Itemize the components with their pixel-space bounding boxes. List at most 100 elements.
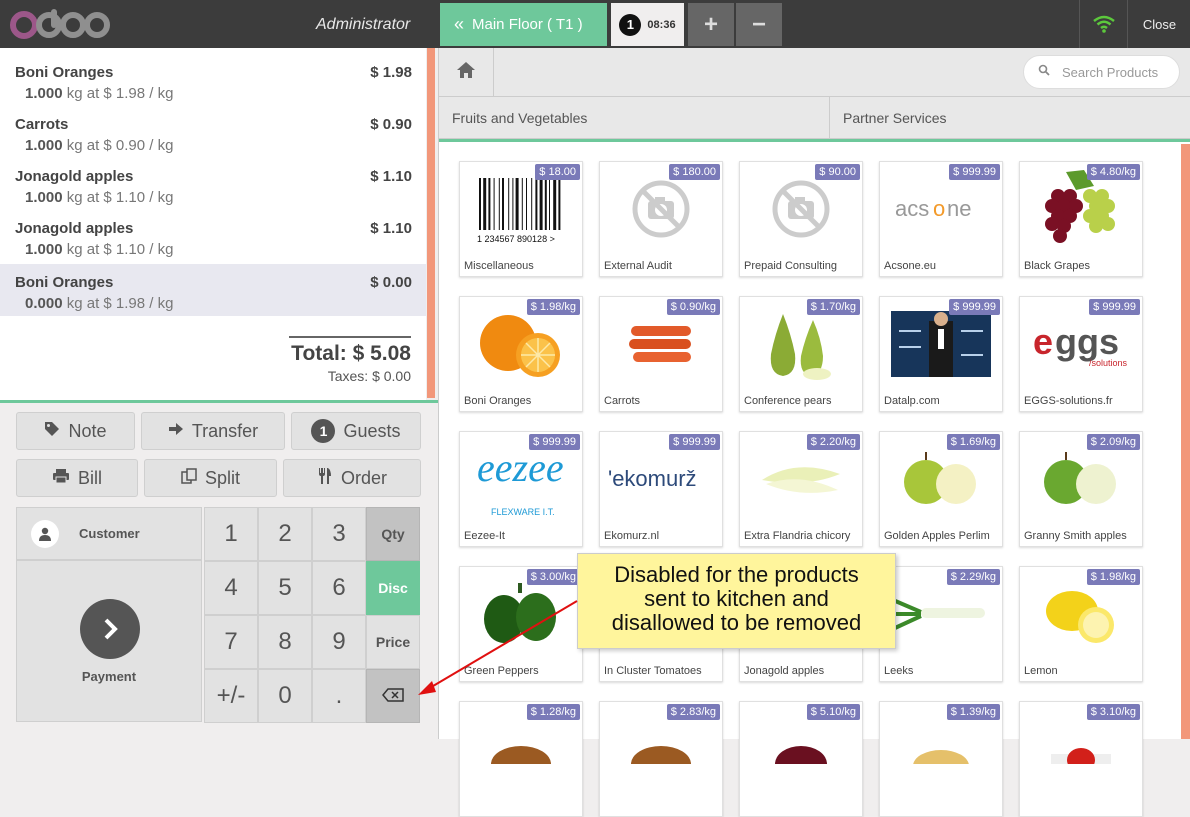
order-line-info: 1.000 kg at $ 1.10 / kg [25,241,173,258]
order-line[interactable]: Jonagold apples $ 1.10 1.000 kg at $ 1.1… [0,210,426,262]
wifi-icon [1079,0,1128,48]
product-card[interactable]: 'ekomurž $ 999.99 Ekomurz.nl [599,431,723,547]
numpad-key-0[interactable]: 0 [258,669,312,723]
numpad-key-plusminus[interactable]: +/- [204,669,258,723]
numpad-key-7[interactable]: 7 [204,615,258,669]
mode-qty-button[interactable]: Qty [366,507,420,561]
product-name: Miscellaneous [464,260,534,272]
order-line-unit: kg at $ 1.10 / kg [62,189,174,206]
numpad-key-dot[interactable]: . [312,669,366,723]
floor-button[interactable]: « Main Floor ( T1 ) [440,3,607,46]
search-box[interactable] [1023,55,1180,89]
bill-button[interactable]: Bill [16,459,138,497]
transfer-button[interactable]: Transfer [141,412,285,450]
username: Administrator [316,16,411,33]
product-name: Lemon [1024,665,1058,677]
product-card[interactable]: acs o ne $ 999.99 Acsone.eu [879,161,1003,277]
order-line-selected[interactable]: Boni Oranges $ 0.00 0.000 kg at $ 1.98 /… [0,264,426,316]
product-card[interactable]: $ 180.00 External Audit [599,161,723,277]
order-line-info: 0.000 kg at $ 1.98 / kg [25,295,173,312]
user-icon [31,519,59,548]
product-card[interactable]: $ 1.28/kg [459,701,583,817]
category-partner-services[interactable]: Partner Services [831,97,1190,138]
order-line-info: 1.000 kg at $ 0.90 / kg [25,137,173,154]
backspace-icon [382,687,404,705]
product-card[interactable]: eezee FLEXWARE I.T. $ 999.99 Eezee-It [459,431,583,547]
numpad-key-5[interactable]: 5 [258,561,312,615]
product-card[interactable]: $ 0.90/kg Carrots [599,296,723,412]
category-fruits-vegetables[interactable]: Fruits and Vegetables [439,97,830,138]
search-input[interactable] [1060,63,1174,81]
product-card[interactable]: $ 90.00 Prepaid Consulting [739,161,863,277]
remove-order-button[interactable]: − [736,3,782,46]
tag-icon [44,421,60,442]
payment-button[interactable]: Payment [16,560,202,722]
svg-text:o: o [933,196,945,221]
product-card[interactable]: $ 3.00/kg Green Peppers [459,566,583,682]
product-price-badge: $ 0.90/kg [666,299,720,315]
product-card[interactable]: $ 5.10/kg [739,701,863,817]
order-line-price: $ 0.00 [370,274,412,291]
note-button[interactable]: Note [16,412,135,450]
order-scrollbar[interactable] [426,48,438,400]
customer-label: Customer [79,526,140,541]
product-card[interactable]: $ 1.70/kg Conference pears [739,296,863,412]
order-line-info: 1.000 kg at $ 1.98 / kg [25,85,173,102]
product-card[interactable]: $ 2.09/kg Granny Smith apples [1019,431,1143,547]
product-card[interactable]: $ 999.99 Datalp.com [879,296,1003,412]
category-bar: Fruits and Vegetables Partner Services [439,97,1190,139]
product-name: Carrots [604,395,641,407]
product-card[interactable]: $ 3.10/kg [1019,701,1143,817]
add-order-button[interactable]: + [688,3,734,46]
product-card[interactable]: $ 1.98/kg Lemon [1019,566,1143,682]
numpad-key-9[interactable]: 9 [312,615,366,669]
numpad-key-2[interactable]: 2 [258,507,312,561]
numpad-key-3[interactable]: 3 [312,507,366,561]
close-button[interactable]: Close [1127,0,1190,48]
product-card[interactable]: $ 1.39/kg [879,701,1003,817]
home-button[interactable] [439,48,494,96]
numpad-key-1[interactable]: 1 [204,507,258,561]
product-price-badge: $ 4.80/kg [1086,164,1140,180]
numpad-key-4[interactable]: 4 [204,561,258,615]
product-name: Green Peppers [464,665,539,677]
split-button[interactable]: Split [144,459,277,497]
guests-count: 1 [311,419,336,443]
mode-price-button[interactable]: Price [366,615,420,669]
annotation-line: Disabled for the products [614,562,859,587]
product-card[interactable]: $ 2.83/kg [599,701,723,817]
product-name: In Cluster Tomatoes [604,665,702,677]
order-number: 1 [619,13,642,36]
product-card[interactable]: $ 1.69/kg Golden Apples Perlim [879,431,1003,547]
svg-text:ggs: ggs [1055,321,1119,362]
product-card[interactable]: $ 1.98/kg Boni Oranges [459,296,583,412]
customer-button[interactable]: Customer [16,507,202,560]
order-tab[interactable]: 1 08:36 [611,3,684,46]
order-line[interactable]: Boni Oranges $ 1.98 1.000 kg at $ 1.98 /… [0,54,426,106]
numpad-key-6[interactable]: 6 [312,561,366,615]
guests-button[interactable]: 1 Guests [291,412,421,450]
arrow-right-icon [168,421,184,442]
product-card[interactable]: $ 2.20/kg Extra Flandria chicory [739,431,863,547]
product-card[interactable]: $ 4.80/kg Black Grapes [1019,161,1143,277]
products-scrollbar[interactable] [1181,144,1190,739]
top-bar: Administrator « Main Floor ( T1 ) 1 08:3… [0,0,1190,48]
product-price-badge: $ 180.00 [669,164,720,180]
order-line-price: $ 1.10 [370,220,412,237]
product-card[interactable]: 1 234567 890128 > $ 18.00 Miscellaneous [459,161,583,277]
product-price-badge: $ 2.09/kg [1086,434,1140,450]
product-price-badge: $ 1.98/kg [1086,569,1140,585]
order-button[interactable]: Order [283,459,421,497]
product-price-badge: $ 90.00 [815,164,860,180]
order-label: Order [340,467,387,488]
backspace-button[interactable] [366,669,420,723]
order-line[interactable]: Carrots $ 0.90 1.000 kg at $ 0.90 / kg [0,106,426,158]
order-line[interactable]: Jonagold apples $ 1.10 1.000 kg at $ 1.1… [0,158,426,210]
home-icon [456,61,476,84]
product-card[interactable]: $ 2.29/kg Leeks [879,566,1003,682]
mode-disc-button[interactable]: Disc [366,561,420,615]
order-line-name: Boni Oranges [15,274,114,291]
numpad-key-8[interactable]: 8 [258,615,312,669]
product-card[interactable]: e ggs/solutions $ 999.99 EGGS-solutions.fr [1019,296,1143,412]
product-name: Leeks [884,665,914,677]
